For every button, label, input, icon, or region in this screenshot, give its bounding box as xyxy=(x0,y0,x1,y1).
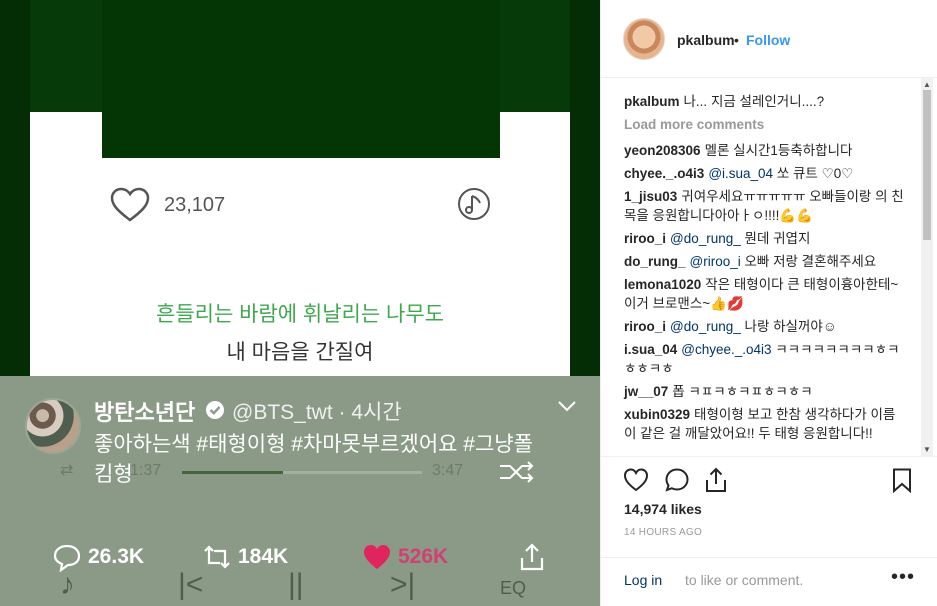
lyric-line-current: 흔들리는 바람에 휘날리는 나무도 xyxy=(156,303,444,326)
song-like-count: 23,107 xyxy=(164,193,226,216)
comment-item: chyee._.o4i3 @i.sua_04 쏘 큐트 ♡0♡ xyxy=(624,164,906,183)
comment-mention[interactable]: @riroo_i xyxy=(690,254,741,269)
song-like-row: 23,107 xyxy=(110,187,225,223)
comment-item: riroo_i @do_rung_ 뭔데 귀엽지 xyxy=(624,229,906,248)
comment-text: 나랑 하실꺼야☺ xyxy=(744,319,837,334)
reply-count: 26.3K xyxy=(88,545,145,568)
scroll-up-arrow-icon[interactable]: ▲ xyxy=(923,80,931,89)
chevron-down-icon xyxy=(558,401,576,412)
tweet-avatar xyxy=(25,398,81,454)
comment-username[interactable]: riroo_i xyxy=(624,319,666,334)
like-count: 526K xyxy=(398,545,449,568)
comment-item: yeon208306 멜론 실시간1등축하합니다 xyxy=(624,141,906,160)
load-more-comments-button[interactable]: Load more comments xyxy=(624,115,906,134)
comment-mention[interactable]: @do_rung_ xyxy=(670,231,741,246)
comment-mention[interactable]: @i.sua_04 xyxy=(708,166,773,181)
post-actions: 14,974 likes 14 HOURS AGO Log in to like… xyxy=(601,456,937,588)
player-controls: ♪ |< || >| EQ xyxy=(60,568,560,606)
comment-icon[interactable] xyxy=(664,467,690,493)
comment-item: do_rung_ @riroo_i 오빠 저랑 결혼해주세요 xyxy=(624,252,906,271)
verified-badge-icon xyxy=(206,401,224,419)
equalizer-icon: EQ xyxy=(500,578,527,598)
login-prompt-text: to like or comment. xyxy=(685,572,804,588)
post-sidebar: pkalbum • Follow pkalbum 나... 지금 설레인거니...… xyxy=(600,0,937,606)
heart-outline-icon xyxy=(110,187,150,222)
next-track-icon: >| xyxy=(390,568,416,601)
comment-item: xubin0329 태형이형 보고 한참 생각하다가 이름이 같은 걸 깨달았어요… xyxy=(624,405,906,443)
comment-username[interactable]: jw__07 xyxy=(624,384,668,399)
likes-count[interactable]: 14,974 likes xyxy=(624,501,702,517)
album-cover xyxy=(102,0,500,158)
scroll-down-arrow-icon[interactable]: ▼ xyxy=(923,445,931,454)
repeat-icon: ⇄ xyxy=(60,462,74,479)
pause-icon: || xyxy=(288,568,304,601)
comment-username[interactable]: pkalbum xyxy=(624,94,680,109)
player-progress-bar xyxy=(182,471,422,474)
comment-username[interactable]: xubin0329 xyxy=(624,407,690,422)
comment-username[interactable]: lemona1020 xyxy=(624,277,701,292)
comment-text: 쏘 큐트 ♡0♡ xyxy=(776,166,854,181)
comment-text: 나... 지금 설레인거니....? xyxy=(683,94,825,109)
player-time-elapsed: 1:37 xyxy=(130,462,162,479)
comment-username[interactable]: do_rung_ xyxy=(624,254,686,269)
post-username[interactable]: pkalbum xyxy=(677,32,735,48)
post-image[interactable]: 23,107 흔들리는 바람에 휘날리는 나무도 내 마음을 간질여 방탄소년단… xyxy=(0,0,600,606)
comment-username[interactable]: i.sua_04 xyxy=(624,342,677,357)
comments-section: pkalbum 나... 지금 설레인거니....? Load more comm… xyxy=(601,78,937,456)
comment-text: 멜론 실시간1등축하합니다 xyxy=(704,143,853,158)
comment-username[interactable]: 1_jisu03 xyxy=(624,189,677,204)
tweet-author-name: 방탄소년단 xyxy=(94,400,196,425)
player-time-total: 3:47 xyxy=(432,462,464,479)
music-note-icon: ♪ xyxy=(60,568,75,601)
tweet-text-line2: 킴형 xyxy=(94,463,133,486)
comment-item: jw__07 폽 ㅋㅍㅋㅎㅋㅍㅎㅋㅎㅋ xyxy=(624,382,906,401)
tweet-overlay: 방탄소년단 @BTS_twt · 4시간 좋아하는색 #태형이형 #차마못부르겠… xyxy=(0,376,600,606)
heart-outline-icon[interactable] xyxy=(623,467,649,493)
share-icon[interactable] xyxy=(703,467,729,493)
comment-mention[interactable]: @do_rung_ xyxy=(670,319,741,334)
comment-text: 뭔데 귀엽지 xyxy=(744,231,811,246)
comment-item: 1_jisu03 귀여우세요ㅠㅠㅠㅠㅠ 오빠들이랑 의 친목을 응원합니다아아ㅏㅇ… xyxy=(624,187,906,225)
comment-item: riroo_i @do_rung_ 나랑 하실꺼야☺ xyxy=(624,317,906,336)
retweet-count: 184K xyxy=(238,545,289,568)
comment-mention[interactable]: @chyee._.o4i3 xyxy=(681,342,771,357)
more-options-button[interactable]: ••• xyxy=(891,566,915,589)
previous-track-icon: |< xyxy=(178,568,204,601)
comment-item: i.sua_04 @chyee._.o4i3 ㅋㅋㅋㅋㅋㅋㅋㅋㅎㅋㅎㅎㅋㅎ xyxy=(624,340,906,378)
login-link[interactable]: Log in xyxy=(624,572,662,588)
shuffle-icon xyxy=(500,461,534,483)
comment-item: lemona1020 작은 태형이다 큰 태형이흉아한테~ 이거 브로맨스~👍💋 xyxy=(624,275,906,313)
header-separator: • xyxy=(734,32,739,48)
comment-username[interactable]: riroo_i xyxy=(624,231,666,246)
login-row: Log in to like or comment. ••• xyxy=(601,557,937,606)
player-progress-fill xyxy=(182,471,283,474)
comments-scrollbar[interactable]: ▲ ▼ xyxy=(921,78,933,456)
comment-list: pkalbum 나... 지금 설레인거니....? Load more comm… xyxy=(624,92,906,447)
tweet-text-line1: 좋아하는색 #태형이형 #차마못부르겠어요 #그냥폴 xyxy=(94,433,533,456)
comment-username[interactable]: yeon208306 xyxy=(624,143,701,158)
music-note-icon xyxy=(458,188,490,220)
comment-username[interactable]: chyee._.o4i3 xyxy=(624,166,704,181)
user-avatar[interactable] xyxy=(623,18,665,60)
comment-text: 오빠 저랑 결혼해주세요 xyxy=(744,254,877,269)
follow-button[interactable]: Follow xyxy=(746,32,790,48)
post-header: pkalbum • Follow xyxy=(601,0,937,78)
bookmark-icon[interactable] xyxy=(889,467,915,493)
caption: pkalbum 나... 지금 설레인거니....? xyxy=(624,92,906,111)
comment-text: 폽 ㅋㅍㅋㅎㅋㅍㅎㅋㅎㅋ xyxy=(672,384,813,399)
lyric-line-next: 내 마음을 간질여 xyxy=(226,341,374,364)
post-timestamp[interactable]: 14 HOURS AGO xyxy=(624,527,702,538)
tweet-handle-time: @BTS_twt · 4시간 xyxy=(232,401,402,424)
action-icons xyxy=(623,467,918,497)
scrollbar-thumb[interactable] xyxy=(923,90,931,240)
